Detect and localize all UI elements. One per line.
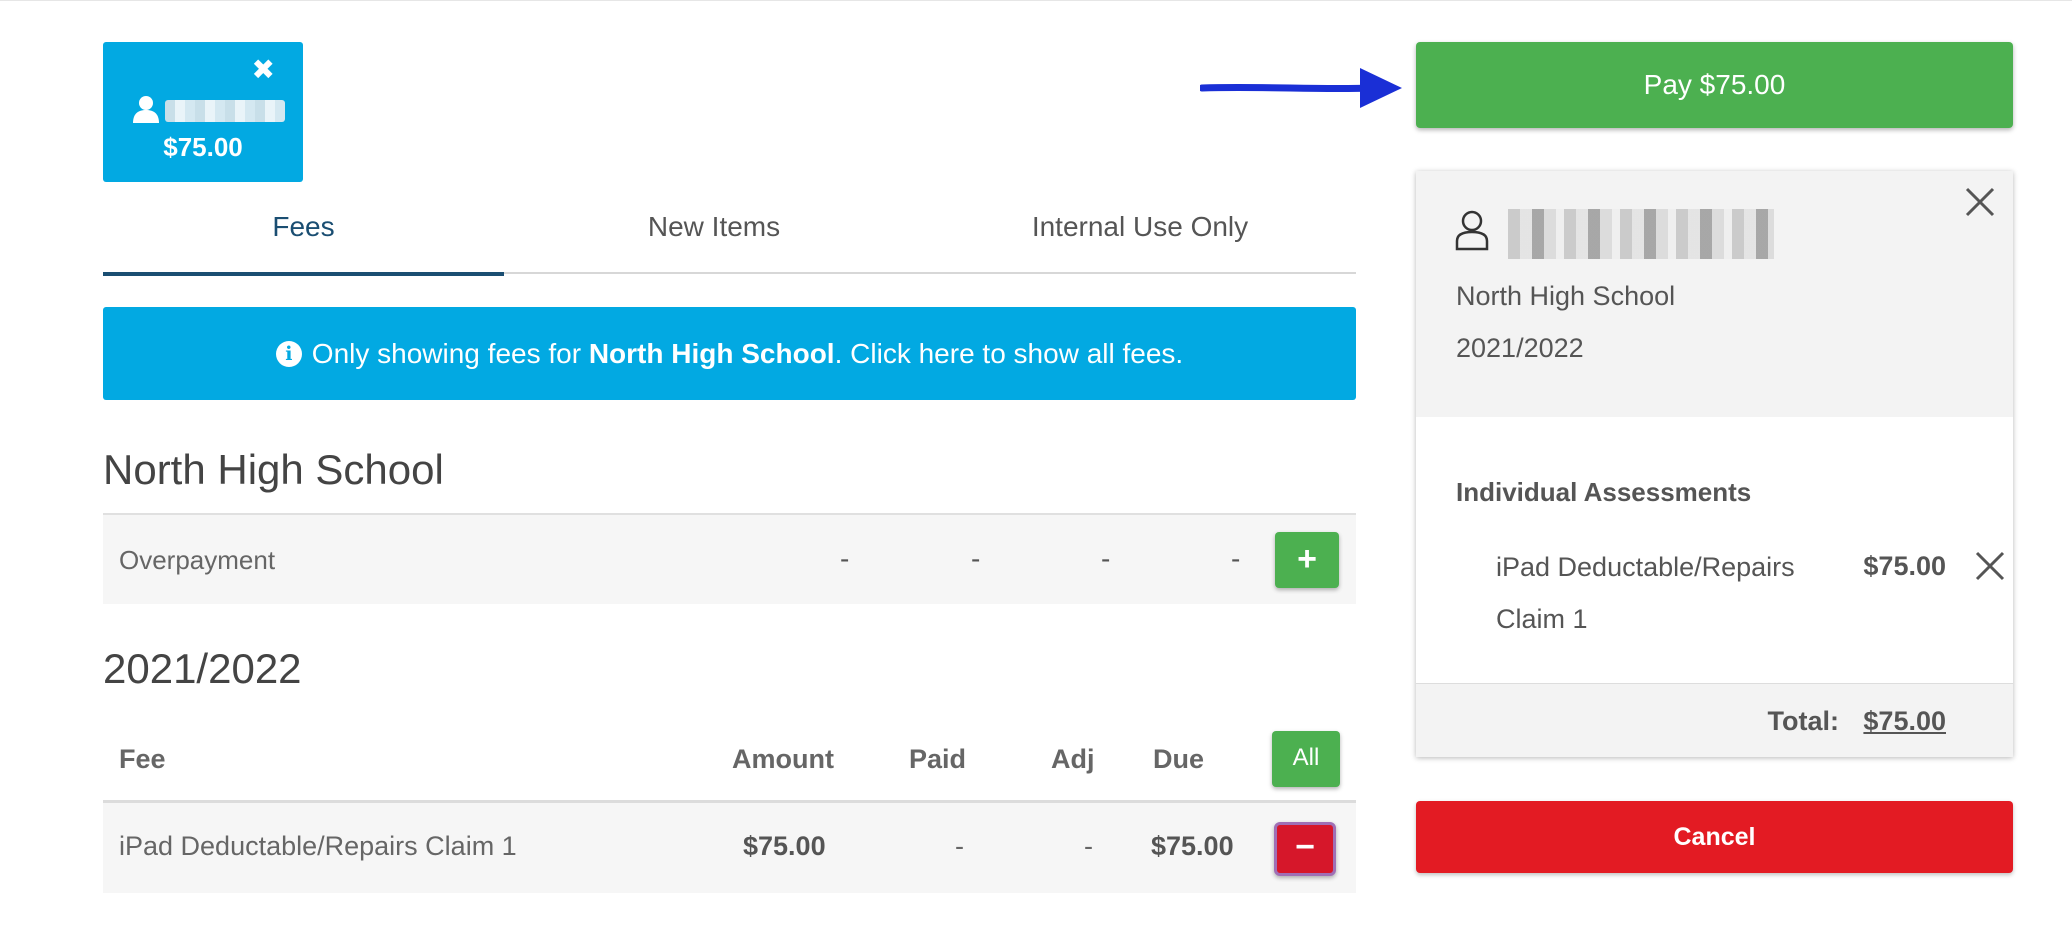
col-header-paid: Paid [909,744,967,774]
year-section-title: 2021/2022 [103,645,302,692]
fee-name: iPad Deductable/Repairs Claim 1 [119,831,517,861]
close-icon[interactable]: ✖ [252,56,275,84]
arrow-annotation-icon [1200,68,1402,108]
overpayment-adj: - [1101,543,1111,574]
pay-button[interactable]: Pay $75.00 [1416,42,2013,128]
banner-school: North High School [588,337,835,369]
overpayment-row: Overpayment - - - - + [103,513,1356,604]
fee-due: $75.00 [1151,831,1234,861]
tab-fees[interactable]: Fees [103,196,504,276]
fee-amount: $75.00 [743,831,826,861]
student-balance: $75.00 [163,132,243,162]
cart-school: North High School [1456,281,1676,311]
banner-suffix: . Click here to show all fees. [834,337,1184,369]
cart-panel: North High School 2021/2022 Individual A… [1416,171,2013,757]
student-card[interactable]: ✖ $75.00 [103,42,303,182]
remove-item-icon[interactable] [1973,549,2007,583]
cart-total-value: $75.00 [1863,706,1946,736]
top-divider [0,0,2072,1]
overpayment-amount: - [840,543,850,574]
select-all-button[interactable]: All [1272,731,1340,787]
cart-total-label: Total: [1767,706,1839,736]
cancel-button[interactable]: Cancel [1416,801,2013,873]
user-outline-icon [1455,210,1489,251]
fee-adj: - [1084,831,1093,861]
tab-bar: Fees New Items Internal Use Only [103,196,1356,276]
add-overpayment-button[interactable]: + [1275,532,1339,588]
banner-prefix: Only showing fees for [311,337,589,369]
table-row: iPad Deductable/Repairs Claim 1 $75.00 -… [103,803,1356,893]
person-icon [133,96,159,123]
close-cart-icon[interactable] [1963,185,1997,219]
col-header-adj: Adj [1051,744,1095,774]
cart-student-name-redacted [1508,209,1774,259]
cart-header: North High School 2021/2022 [1416,171,2013,417]
cart-section-title: Individual Assessments [1456,477,1752,507]
tab-internal-use-only[interactable]: Internal Use Only [924,196,1356,274]
overpayment-label: Overpayment [119,545,276,575]
overpayment-paid: - [971,543,981,574]
cart-year: 2021/2022 [1456,333,1584,363]
col-header-due: Due [1153,744,1205,774]
school-section-title: North High School [103,446,444,493]
tab-new-items[interactable]: New Items [504,196,924,274]
cart-item-amount: $75.00 [1863,551,1946,581]
student-name-redacted [165,100,285,122]
fee-paid: - [955,831,964,861]
overpayment-due: - [1231,543,1241,574]
cart-footer: Total: $75.00 [1416,683,2013,757]
show-all-fees-banner[interactable]: i Only showing fees for North High Schoo… [103,307,1356,400]
col-header-fee: Fee [119,744,166,774]
col-header-amount: Amount [732,744,834,774]
cart-item-name: iPad Deductable/Repairs Claim 1 [1496,552,1795,634]
info-icon: i [275,340,302,367]
remove-fee-button[interactable]: − [1274,822,1336,876]
